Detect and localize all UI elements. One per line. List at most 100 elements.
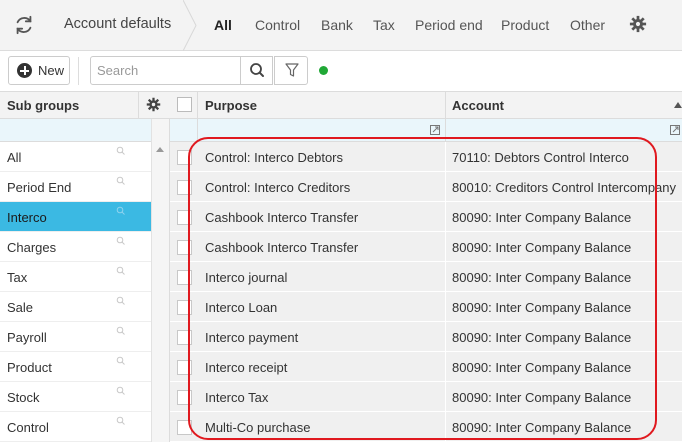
page-title: Account defaults (64, 16, 172, 32)
subgroup-item-tax[interactable]: Tax (0, 262, 151, 292)
subgroup-item-payroll[interactable]: Payroll (0, 322, 151, 352)
tab-tax[interactable]: Tax (373, 17, 395, 33)
tab-control[interactable]: Control (255, 17, 300, 33)
tab-period-end[interactable]: Period end (415, 17, 483, 33)
gear-icon[interactable] (629, 15, 647, 33)
table-row[interactable]: Interco receipt 80090: Inter Company Bal… (170, 352, 682, 382)
subgroup-item-control[interactable]: Control (0, 412, 151, 442)
subgroup-item-charges[interactable]: Charges (0, 232, 151, 262)
account-defaults-grid: Purpose Account Control: Interco Debtors… (170, 91, 682, 442)
subgroups-panel: Sub groups All Period End Interco Charge… (0, 91, 170, 442)
status-indicator (319, 66, 328, 75)
column-divider (445, 172, 446, 202)
filter-icon (285, 63, 299, 77)
purpose-cell: Cashbook Interco Transfer (205, 240, 359, 255)
grid-header: Purpose Account (170, 91, 682, 119)
filter-button[interactable] (274, 56, 308, 85)
column-divider (445, 202, 446, 232)
purpose-cell: Interco Loan (205, 300, 278, 315)
column-divider (445, 382, 446, 412)
row-checkbox[interactable] (177, 270, 192, 285)
search-icon (250, 63, 264, 77)
plus-circle-icon (17, 63, 32, 78)
table-row[interactable]: Control: Interco Debtors 70110: Debtors … (170, 142, 682, 172)
account-cell: 80090: Inter Company Balance (452, 330, 632, 345)
toolbar-divider (78, 57, 79, 85)
column-header-account[interactable]: Account (452, 98, 504, 113)
subgroup-label: Tax (7, 270, 28, 285)
row-checkbox[interactable] (177, 240, 192, 255)
top-bar: Account defaults All Control Bank Tax Pe… (0, 0, 682, 51)
table-row[interactable]: Interco journal 80090: Inter Company Bal… (170, 262, 682, 292)
row-checkbox[interactable] (177, 300, 192, 315)
subgroup-label: Interco (7, 210, 47, 225)
search-icon (116, 266, 125, 275)
tab-bank[interactable]: Bank (321, 17, 353, 33)
account-cell: 80090: Inter Company Balance (452, 300, 632, 315)
search-input[interactable] (90, 56, 241, 85)
sort-ascending-icon[interactable] (674, 102, 682, 108)
tab-other[interactable]: Other (570, 17, 605, 33)
column-divider (445, 292, 446, 322)
column-divider (445, 322, 446, 352)
select-all-checkbox[interactable] (177, 97, 192, 112)
refresh-icon[interactable] (13, 14, 35, 36)
search-icon (116, 386, 125, 395)
external-link-icon[interactable] (670, 125, 680, 135)
column-divider (445, 352, 446, 382)
subgroup-item-interco[interactable]: Interco (0, 202, 151, 232)
table-row[interactable]: Cashbook Interco Transfer 80090: Inter C… (170, 232, 682, 262)
account-cell: 80090: Inter Company Balance (452, 210, 632, 225)
account-cell: 80090: Inter Company Balance (452, 240, 632, 255)
table-row[interactable]: Control: Interco Creditors 80010: Credit… (170, 172, 682, 202)
purpose-cell: Interco receipt (205, 360, 288, 375)
account-cell: 80090: Inter Company Balance (452, 420, 632, 435)
grid-filter-row[interactable] (170, 119, 682, 142)
scroll-up-arrow-icon[interactable] (156, 147, 164, 152)
breadcrumb-separator (183, 0, 197, 51)
search-icon (116, 206, 125, 215)
toolbar: New (0, 51, 682, 91)
table-row[interactable]: Cashbook Interco Transfer 80090: Inter C… (170, 202, 682, 232)
subgroup-item-period-end[interactable]: Period End (0, 172, 151, 202)
table-row[interactable]: Multi-Co purchase 80090: Inter Company B… (170, 412, 682, 442)
row-checkbox[interactable] (177, 180, 192, 195)
table-row[interactable]: Interco Tax 80090: Inter Company Balance (170, 382, 682, 412)
subgroup-label: Charges (7, 240, 57, 255)
subgroup-label: Stock (7, 390, 40, 405)
column-divider (445, 142, 446, 172)
search-button[interactable] (240, 56, 273, 85)
column-divider (445, 412, 446, 442)
row-checkbox[interactable] (177, 150, 192, 165)
table-row[interactable]: Interco payment 80090: Inter Company Bal… (170, 322, 682, 352)
account-cell: 80090: Inter Company Balance (452, 270, 632, 285)
subgroups-filter-row[interactable] (0, 119, 151, 142)
search-icon (116, 356, 125, 365)
row-checkbox[interactable] (177, 360, 192, 375)
subgroups-title: Sub groups (7, 98, 80, 113)
row-checkbox[interactable] (177, 330, 192, 345)
external-link-icon[interactable] (430, 125, 440, 135)
subgroups-scrollbar[interactable] (151, 119, 169, 442)
table-row[interactable]: Interco Loan 80090: Inter Company Balanc… (170, 292, 682, 322)
column-divider (445, 119, 446, 141)
row-checkbox[interactable] (177, 210, 192, 225)
purpose-cell: Control: Interco Debtors (205, 150, 344, 165)
row-checkbox[interactable] (177, 420, 192, 435)
subgroup-item-all[interactable]: All (0, 142, 151, 172)
column-divider (445, 92, 446, 119)
new-button[interactable]: New (8, 56, 70, 85)
tab-all[interactable]: All (214, 17, 232, 33)
subgroup-item-stock[interactable]: Stock (0, 382, 151, 412)
subgroup-item-sale[interactable]: Sale (0, 292, 151, 322)
subgroup-item-product[interactable]: Product (0, 352, 151, 382)
gear-icon[interactable] (146, 97, 161, 112)
purpose-cell: Multi-Co purchase (205, 420, 311, 435)
account-cell: 80010: Creditors Control Intercompany (452, 180, 677, 195)
row-checkbox[interactable] (177, 390, 192, 405)
subgroup-label: Product (7, 360, 52, 375)
search-icon (116, 176, 125, 185)
tab-product[interactable]: Product (501, 17, 549, 33)
search-icon (116, 236, 125, 245)
column-header-purpose[interactable]: Purpose (205, 98, 257, 113)
